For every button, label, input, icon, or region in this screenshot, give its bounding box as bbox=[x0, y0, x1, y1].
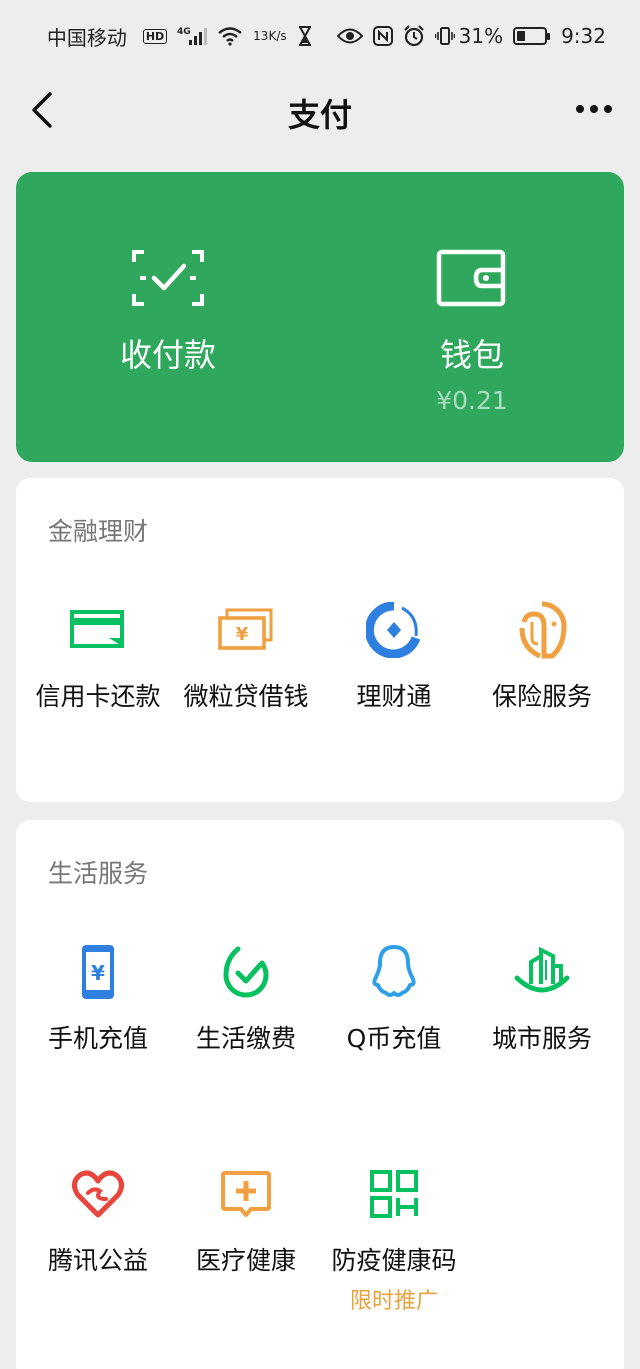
section-title: 金融理财 bbox=[48, 517, 149, 546]
receive-pay-label: 收付款 bbox=[119, 336, 216, 374]
battery-icon bbox=[513, 27, 551, 45]
network-speed: 13 K/s bbox=[253, 28, 287, 43]
phone-recharge-button[interactable]: ¥ 手机充值 bbox=[22, 942, 174, 1057]
grid-item-label: 医疗健康 bbox=[195, 1246, 296, 1275]
eye-icon bbox=[336, 27, 363, 45]
q-coin-recharge-button[interactable]: Q币充值 bbox=[318, 942, 470, 1057]
grid-item-label: 手机充值 bbox=[47, 1024, 148, 1053]
bill-payment-button[interactable]: 生活缴费 bbox=[170, 942, 322, 1057]
network-type: 4G bbox=[177, 27, 191, 37]
more-dots-icon bbox=[576, 105, 612, 113]
charity-heart-icon bbox=[68, 1164, 128, 1224]
grid-item-label: 保险服务 bbox=[491, 682, 592, 711]
section-title: 生活服务 bbox=[48, 859, 149, 888]
wallet-icon bbox=[436, 249, 506, 307]
city-icon bbox=[512, 942, 572, 1002]
grid-item-label: 信用卡还款 bbox=[35, 682, 161, 711]
scan-check-icon bbox=[132, 250, 204, 306]
payment-card: 收付款 钱包 ¥0.21 bbox=[16, 172, 624, 462]
promo-badge: 限时推广 bbox=[349, 1289, 438, 1314]
bill-payment-icon bbox=[216, 942, 276, 1002]
carrier-name: 中国移动 bbox=[46, 25, 127, 50]
alarm-icon bbox=[403, 25, 425, 47]
wealth-icon bbox=[364, 600, 424, 660]
receive-pay-button[interactable]: 收付款 bbox=[16, 172, 320, 462]
more-button[interactable] bbox=[574, 94, 614, 124]
nav-header: 支付 bbox=[0, 72, 640, 150]
qq-icon bbox=[364, 942, 424, 1002]
battery-percent: 31% bbox=[458, 24, 504, 48]
wealth-button[interactable]: 理财通 bbox=[318, 600, 470, 715]
grid-item-label: 生活缴费 bbox=[195, 1024, 296, 1053]
grid-item-label: 微粒贷借钱 bbox=[183, 682, 309, 711]
status-bar: 中国移动 HD 4G 13 K/s 31% 9:32 bbox=[0, 0, 640, 72]
health-code-button[interactable]: 防疫健康码 限时推广 bbox=[318, 1164, 470, 1315]
hd-badge: HD bbox=[142, 28, 168, 44]
wifi-icon bbox=[217, 26, 243, 46]
medical-icon bbox=[216, 1164, 276, 1224]
clock-time: 9:32 bbox=[561, 24, 606, 48]
grid-item-label: 理财通 bbox=[356, 682, 432, 711]
grid-item-label: 城市服务 bbox=[491, 1024, 592, 1053]
loan-cash-icon: ¥ bbox=[216, 600, 276, 660]
hourglass-icon bbox=[297, 26, 313, 46]
medical-health-button[interactable]: 医疗健康 bbox=[170, 1164, 322, 1279]
nfc-icon bbox=[372, 26, 393, 46]
credit-card-icon bbox=[68, 600, 128, 660]
grid-item-label: 腾讯公益 bbox=[47, 1246, 148, 1275]
wallet-balance: ¥0.21 bbox=[436, 386, 508, 415]
insurance-button[interactable]: 保险服务 bbox=[466, 600, 618, 715]
charity-button[interactable]: 腾讯公益 bbox=[22, 1164, 174, 1279]
signal-icon: 4G bbox=[177, 26, 208, 46]
page-title: 支付 bbox=[287, 96, 352, 134]
loan-button[interactable]: ¥ 微粒贷借钱 bbox=[170, 600, 322, 715]
life-services-section: 生活服务 ¥ 手机充值 生活缴费 Q币充值 城市服务 腾讯公益 医疗健康 防疫健… bbox=[16, 820, 624, 1369]
insurance-icon bbox=[512, 600, 572, 660]
vibrate-icon bbox=[434, 26, 455, 46]
wallet-button[interactable]: 钱包 ¥0.21 bbox=[320, 172, 624, 462]
finance-section: 金融理财 信用卡还款 ¥ 微粒贷借钱 理财通 保险服务 bbox=[16, 478, 624, 802]
svg-text:¥: ¥ bbox=[91, 961, 105, 985]
grid-item-label: 防疫健康码 bbox=[331, 1246, 457, 1275]
wallet-label: 钱包 bbox=[439, 336, 504, 374]
qr-code-icon bbox=[364, 1164, 424, 1224]
svg-text:¥: ¥ bbox=[236, 624, 249, 645]
phone-recharge-icon: ¥ bbox=[68, 942, 128, 1002]
grid-item-label: Q币充值 bbox=[346, 1024, 442, 1053]
credit-card-repay-button[interactable]: 信用卡还款 bbox=[22, 600, 174, 715]
city-services-button[interactable]: 城市服务 bbox=[466, 942, 618, 1057]
